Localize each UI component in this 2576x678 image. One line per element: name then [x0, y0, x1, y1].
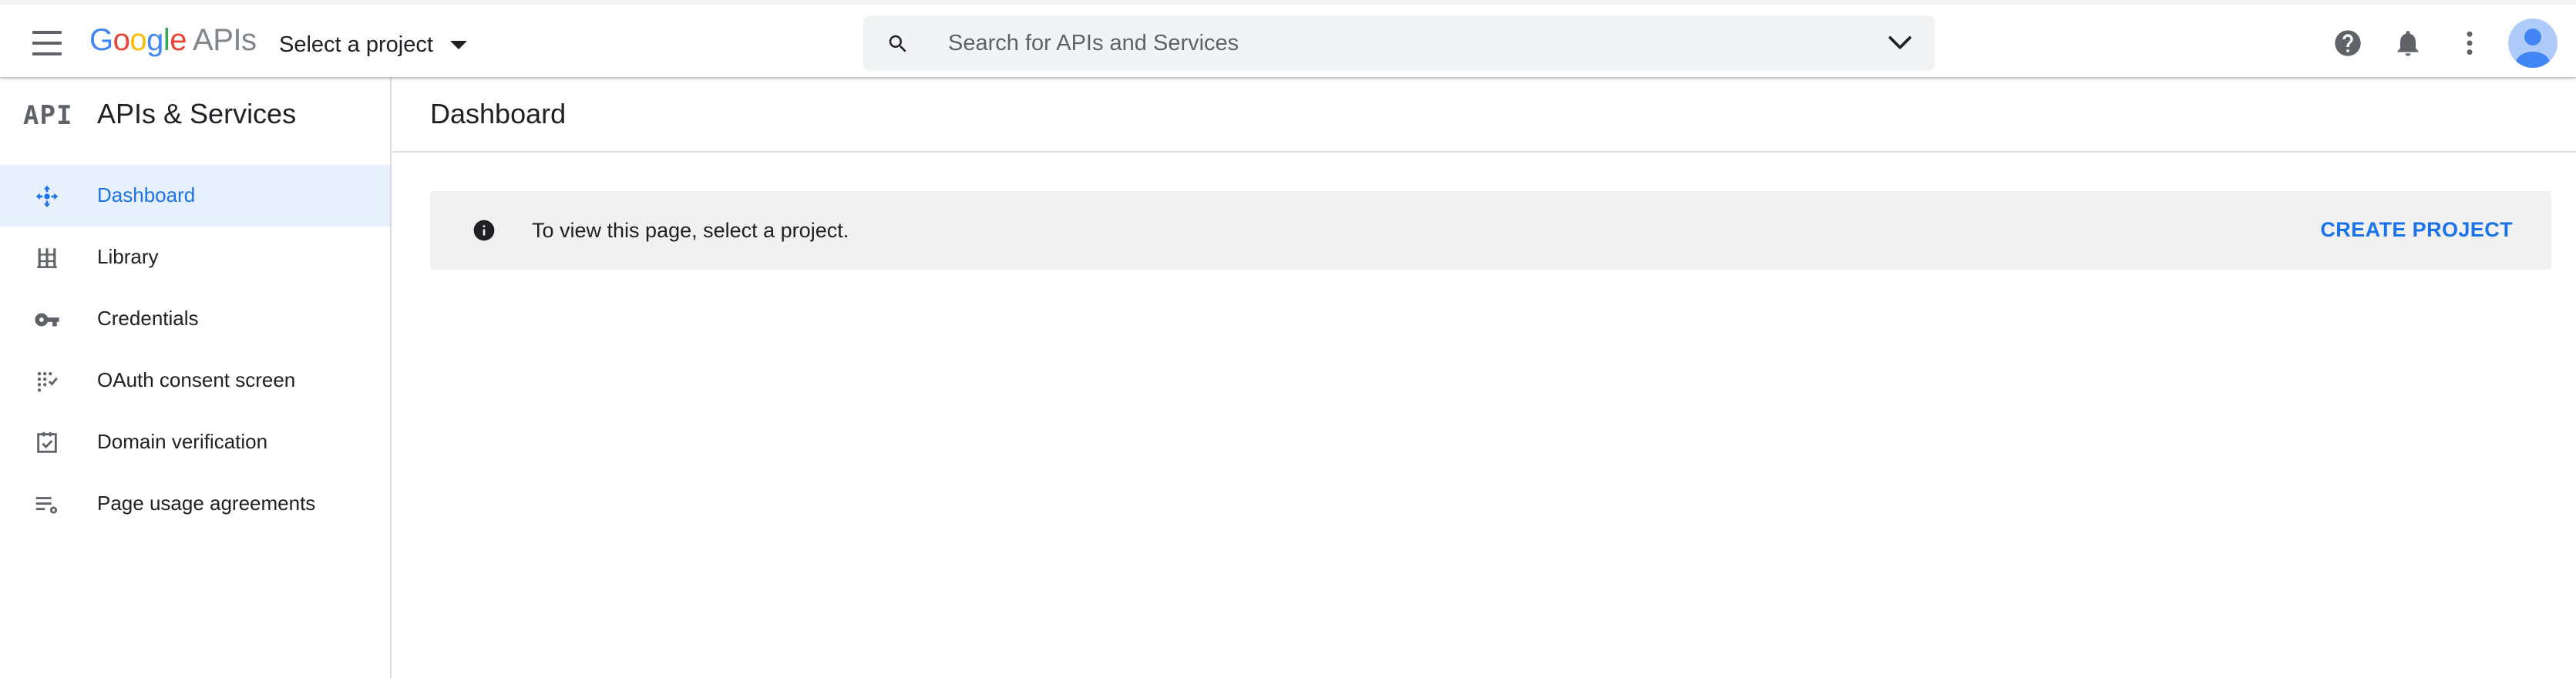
search-bar[interactable]	[863, 15, 1935, 71]
sidebar-item-label: Domain verification	[97, 430, 268, 453]
main-content: Dashboard To view this page, select a pr…	[393, 77, 2576, 678]
key-icon	[35, 313, 59, 327]
sidebar-item-library[interactable]: Library	[0, 227, 390, 288]
sidebar-item-page-usage-agreements[interactable]: Page usage agreements	[0, 473, 390, 535]
sidebar-item-label: Page usage agreements	[97, 492, 316, 515]
google-apis-logo[interactable]: Go o g l e APIs	[89, 23, 257, 62]
account-avatar[interactable]	[2508, 18, 2558, 68]
menu-icon[interactable]	[29, 28, 65, 59]
api-icon: API	[23, 100, 73, 131]
top-app-bar: Go o g l e APIs Select a project	[0, 0, 2576, 77]
sidebar-header: API APIs & Services	[0, 77, 390, 151]
person-icon	[2516, 29, 2550, 68]
create-project-button[interactable]: CREATE PROJECT	[2320, 214, 2513, 245]
sidebar-item-domain-verification[interactable]: Domain verification	[0, 411, 390, 473]
chevron-down-icon[interactable]	[1887, 34, 1913, 52]
sidebar-nav: Dashboard Library Credentials OAuth cons…	[0, 165, 390, 535]
sidebar-item-oauth-consent-screen[interactable]: OAuth consent screen	[0, 350, 390, 411]
sidebar-item-dashboard[interactable]: Dashboard	[0, 165, 390, 227]
info-banner: To view this page, select a project. CRE…	[430, 191, 2551, 270]
dashboard-icon	[35, 185, 59, 208]
sidebar-item-label: Dashboard	[97, 183, 196, 206]
checkbox-icon	[37, 431, 57, 453]
project-selector[interactable]: Select a project	[279, 29, 467, 60]
library-icon	[37, 248, 57, 269]
search-input[interactable]	[948, 25, 1834, 62]
sidebar-item-credentials[interactable]: Credentials	[0, 288, 390, 350]
search-icon	[889, 35, 906, 52]
sidebar-item-label: Library	[97, 245, 159, 268]
caret-down-icon	[449, 40, 467, 49]
list-settings-icon	[35, 497, 58, 514]
sidebar-item-label: Credentials	[97, 307, 199, 330]
consent-icon	[37, 371, 58, 392]
more-vert-icon[interactable]	[2454, 28, 2485, 59]
page-title: Dashboard	[430, 98, 567, 129]
notifications-bell-icon[interactable]	[2393, 28, 2423, 59]
help-icon[interactable]	[2332, 28, 2363, 59]
page-header: Dashboard	[393, 77, 2576, 153]
sidebar-item-label: OAuth consent screen	[97, 368, 296, 391]
sidebar: API APIs & Services Dashboard Library Cr…	[0, 77, 392, 678]
sidebar-title: APIs & Services	[97, 98, 297, 129]
info-icon	[473, 220, 495, 241]
banner-message: To view this page, select a project.	[532, 219, 849, 242]
project-selector-label: Select a project	[279, 32, 433, 57]
